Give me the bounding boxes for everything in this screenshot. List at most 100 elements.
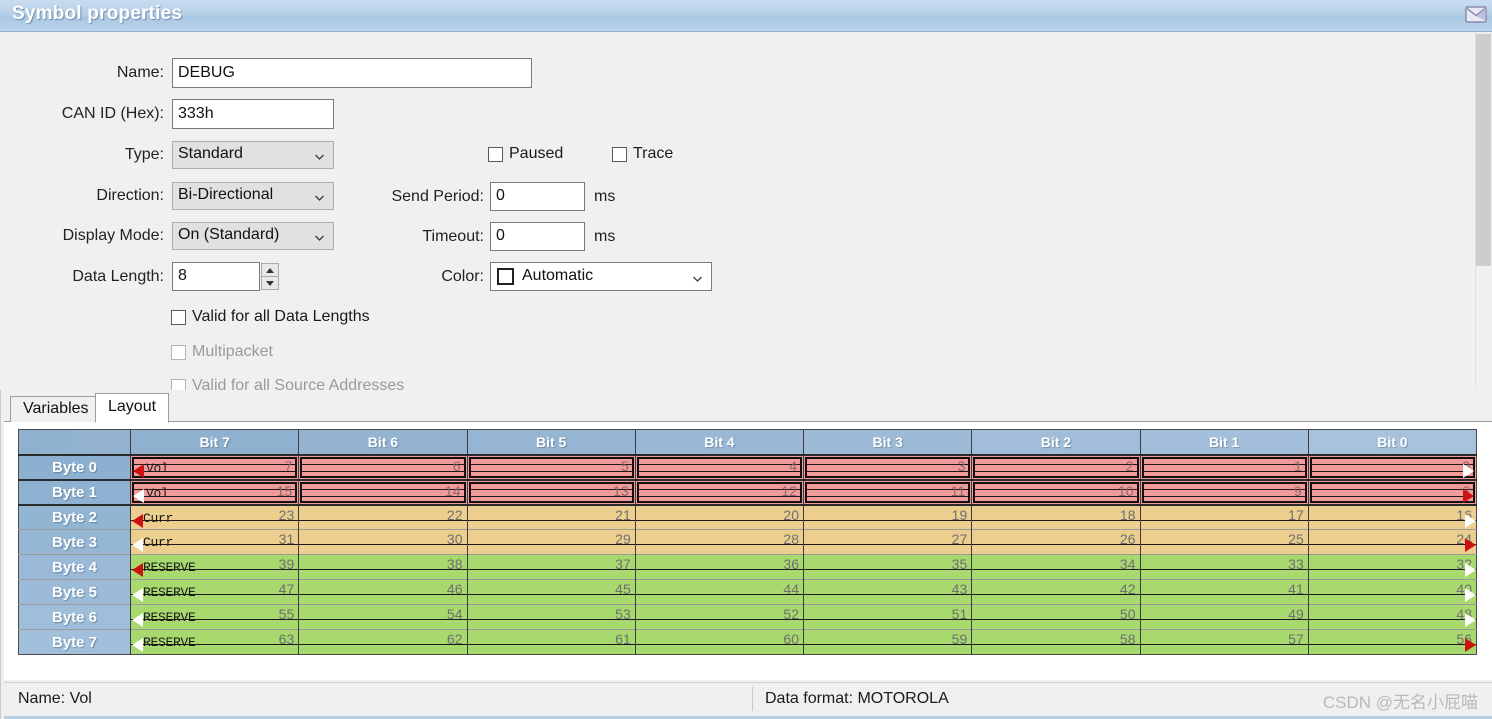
bit-cell[interactable]: 38 [298,554,468,580]
bit-cell[interactable]: 0 [1308,453,1477,480]
bit-cell[interactable]: 32 [1308,554,1477,580]
properties-scrollbar[interactable] [1475,32,1492,390]
can-id-input[interactable] [172,99,334,129]
table-row[interactable]: Byte 0 7 Vol 6 5 4 3 2 1 0 [18,453,1477,480]
bit-cell[interactable]: 37 [467,554,636,580]
bit-cell[interactable]: 36 [635,554,805,580]
data-length-stepper[interactable] [261,263,279,290]
bit-cell[interactable]: 3 [803,453,973,480]
bit-cell[interactable]: 42 [971,579,1141,605]
type-select[interactable]: Standard [172,141,334,169]
bit-cell-content: 10 [973,481,1139,503]
direction-select[interactable]: Bi-Directional [172,182,334,210]
bit-cell[interactable]: 24 [1308,529,1477,555]
bit-cell[interactable]: 46 [298,579,468,605]
bit-cell[interactable]: 57 [1140,629,1309,655]
bit-cell[interactable]: 8 [1308,478,1477,505]
bit-cell[interactable]: 29 [467,529,636,555]
bit-cell[interactable]: 39 RESERVE [130,554,300,580]
bit-cell[interactable]: 20 [635,503,805,530]
bit-cell[interactable]: 21 [467,503,636,530]
signal-start-arrow-icon [133,463,144,478]
paused-checkbox[interactable]: Paused [488,145,563,163]
bit-cell[interactable]: 23 Curr [130,503,300,530]
bit-cell[interactable]: 18 [971,503,1141,530]
bit-cell[interactable]: 47 RESERVE [130,579,300,605]
bit-cell[interactable]: 35 [803,554,973,580]
bit-cell[interactable]: 19 [803,503,973,530]
bit-cell[interactable]: 51 [803,604,973,630]
bit-cell[interactable]: 48 [1308,604,1477,630]
table-row[interactable]: Byte 4 39 RESERVE 38 37 36 35 34 33 32 [18,554,1477,580]
bit-cell[interactable]: 60 [635,629,805,655]
color-select[interactable]: Automatic [490,262,712,291]
table-row[interactable]: Byte 2 23 Curr 22 21 20 19 18 17 16 [18,503,1477,530]
bit-cell[interactable]: 34 [971,554,1141,580]
valid-all-data-lengths-checkbox[interactable]: Valid for all Data Lengths [171,308,370,326]
tab-layout[interactable]: Layout [95,393,170,423]
status-name: Name: Vol [18,690,92,707]
bit-cell[interactable]: 62 [298,629,468,655]
signal-span-line-top [1143,488,1305,490]
bit-cell[interactable]: 15 Vol [130,478,300,505]
bit-cell-content: 18 [972,506,1139,529]
bit-cell[interactable]: 31 Curr [130,529,300,555]
bit-cell[interactable]: 25 [1140,529,1309,555]
bit-cell[interactable]: 12 [635,478,805,505]
bit-cell[interactable]: 63 RESERVE [130,629,300,655]
bit-cell[interactable]: 56 [1308,629,1477,655]
timeout-input[interactable] [490,222,585,251]
table-row[interactable]: Byte 7 63 RESERVE 62 61 60 59 58 57 56 [18,629,1477,655]
trace-checkbox[interactable]: Trace [612,145,673,163]
send-period-input[interactable] [490,182,585,211]
bit-cell[interactable]: 26 [971,529,1141,555]
tab-variables[interactable]: Variables [10,396,102,423]
bit-cell[interactable]: 17 [1140,503,1309,530]
bit-cell[interactable]: 43 [803,579,973,605]
display-mode-select[interactable]: On (Standard) [172,222,334,250]
data-length-input[interactable] [172,262,260,291]
bit-cell[interactable]: 4 [635,453,805,480]
table-row[interactable]: Byte 1 15 Vol 14 13 12 11 10 9 8 [18,478,1477,505]
bit-cell[interactable]: 58 [971,629,1141,655]
bit-cell[interactable]: 54 [298,604,468,630]
bit-cell[interactable]: 52 [635,604,805,630]
table-row[interactable]: Byte 5 47 RESERVE 46 45 44 43 42 41 40 [18,579,1477,605]
bit-cell[interactable]: 49 [1140,604,1309,630]
envelope-icon[interactable] [1462,4,1490,26]
scrollbar-thumb[interactable] [1476,34,1491,266]
bit-cell[interactable]: 9 [1140,478,1309,505]
bit-cell[interactable]: 1 [1140,453,1309,480]
bit-cell[interactable]: 30 [298,529,468,555]
bit-cell[interactable]: 2 [971,453,1141,480]
bit-cell[interactable]: 53 [467,604,636,630]
bit-cell[interactable]: 11 [803,478,973,505]
table-row[interactable]: Byte 3 31 Curr 30 29 28 27 26 25 24 [18,529,1477,555]
bit-cell[interactable]: 7 Vol [130,453,300,480]
triangle-down-icon [266,280,274,286]
bit-cell[interactable]: 59 [803,629,973,655]
stepper-up-button[interactable] [261,263,279,276]
bit-cell[interactable]: 33 [1140,554,1309,580]
bit-cell[interactable]: 61 [467,629,636,655]
signal-span-line-top [1311,488,1473,490]
bit-cell[interactable]: 28 [635,529,805,555]
bit-cell[interactable]: 50 [971,604,1141,630]
bit-cell[interactable]: 14 [298,478,468,505]
bit-cell[interactable]: 27 [803,529,973,555]
name-input[interactable] [172,58,532,88]
stepper-down-button[interactable] [261,276,279,290]
bit-cell[interactable]: 41 [1140,579,1309,605]
bit-cell[interactable]: 13 [467,478,636,505]
bit-cell[interactable]: 44 [635,579,805,605]
bit-cell[interactable]: 10 [971,478,1141,505]
bit-cell[interactable]: 6 [298,453,468,480]
bit-cell[interactable]: 22 [298,503,468,530]
table-row[interactable]: Byte 6 55 RESERVE 54 53 52 51 50 49 48 [18,604,1477,630]
bit-cell[interactable]: 5 [467,453,636,480]
bit-cell[interactable]: 40 [1308,579,1477,605]
bit-number: 14 [444,482,461,499]
bit-cell[interactable]: 45 [467,579,636,605]
bit-cell[interactable]: 55 RESERVE [130,604,300,630]
bit-cell[interactable]: 16 [1308,503,1477,530]
